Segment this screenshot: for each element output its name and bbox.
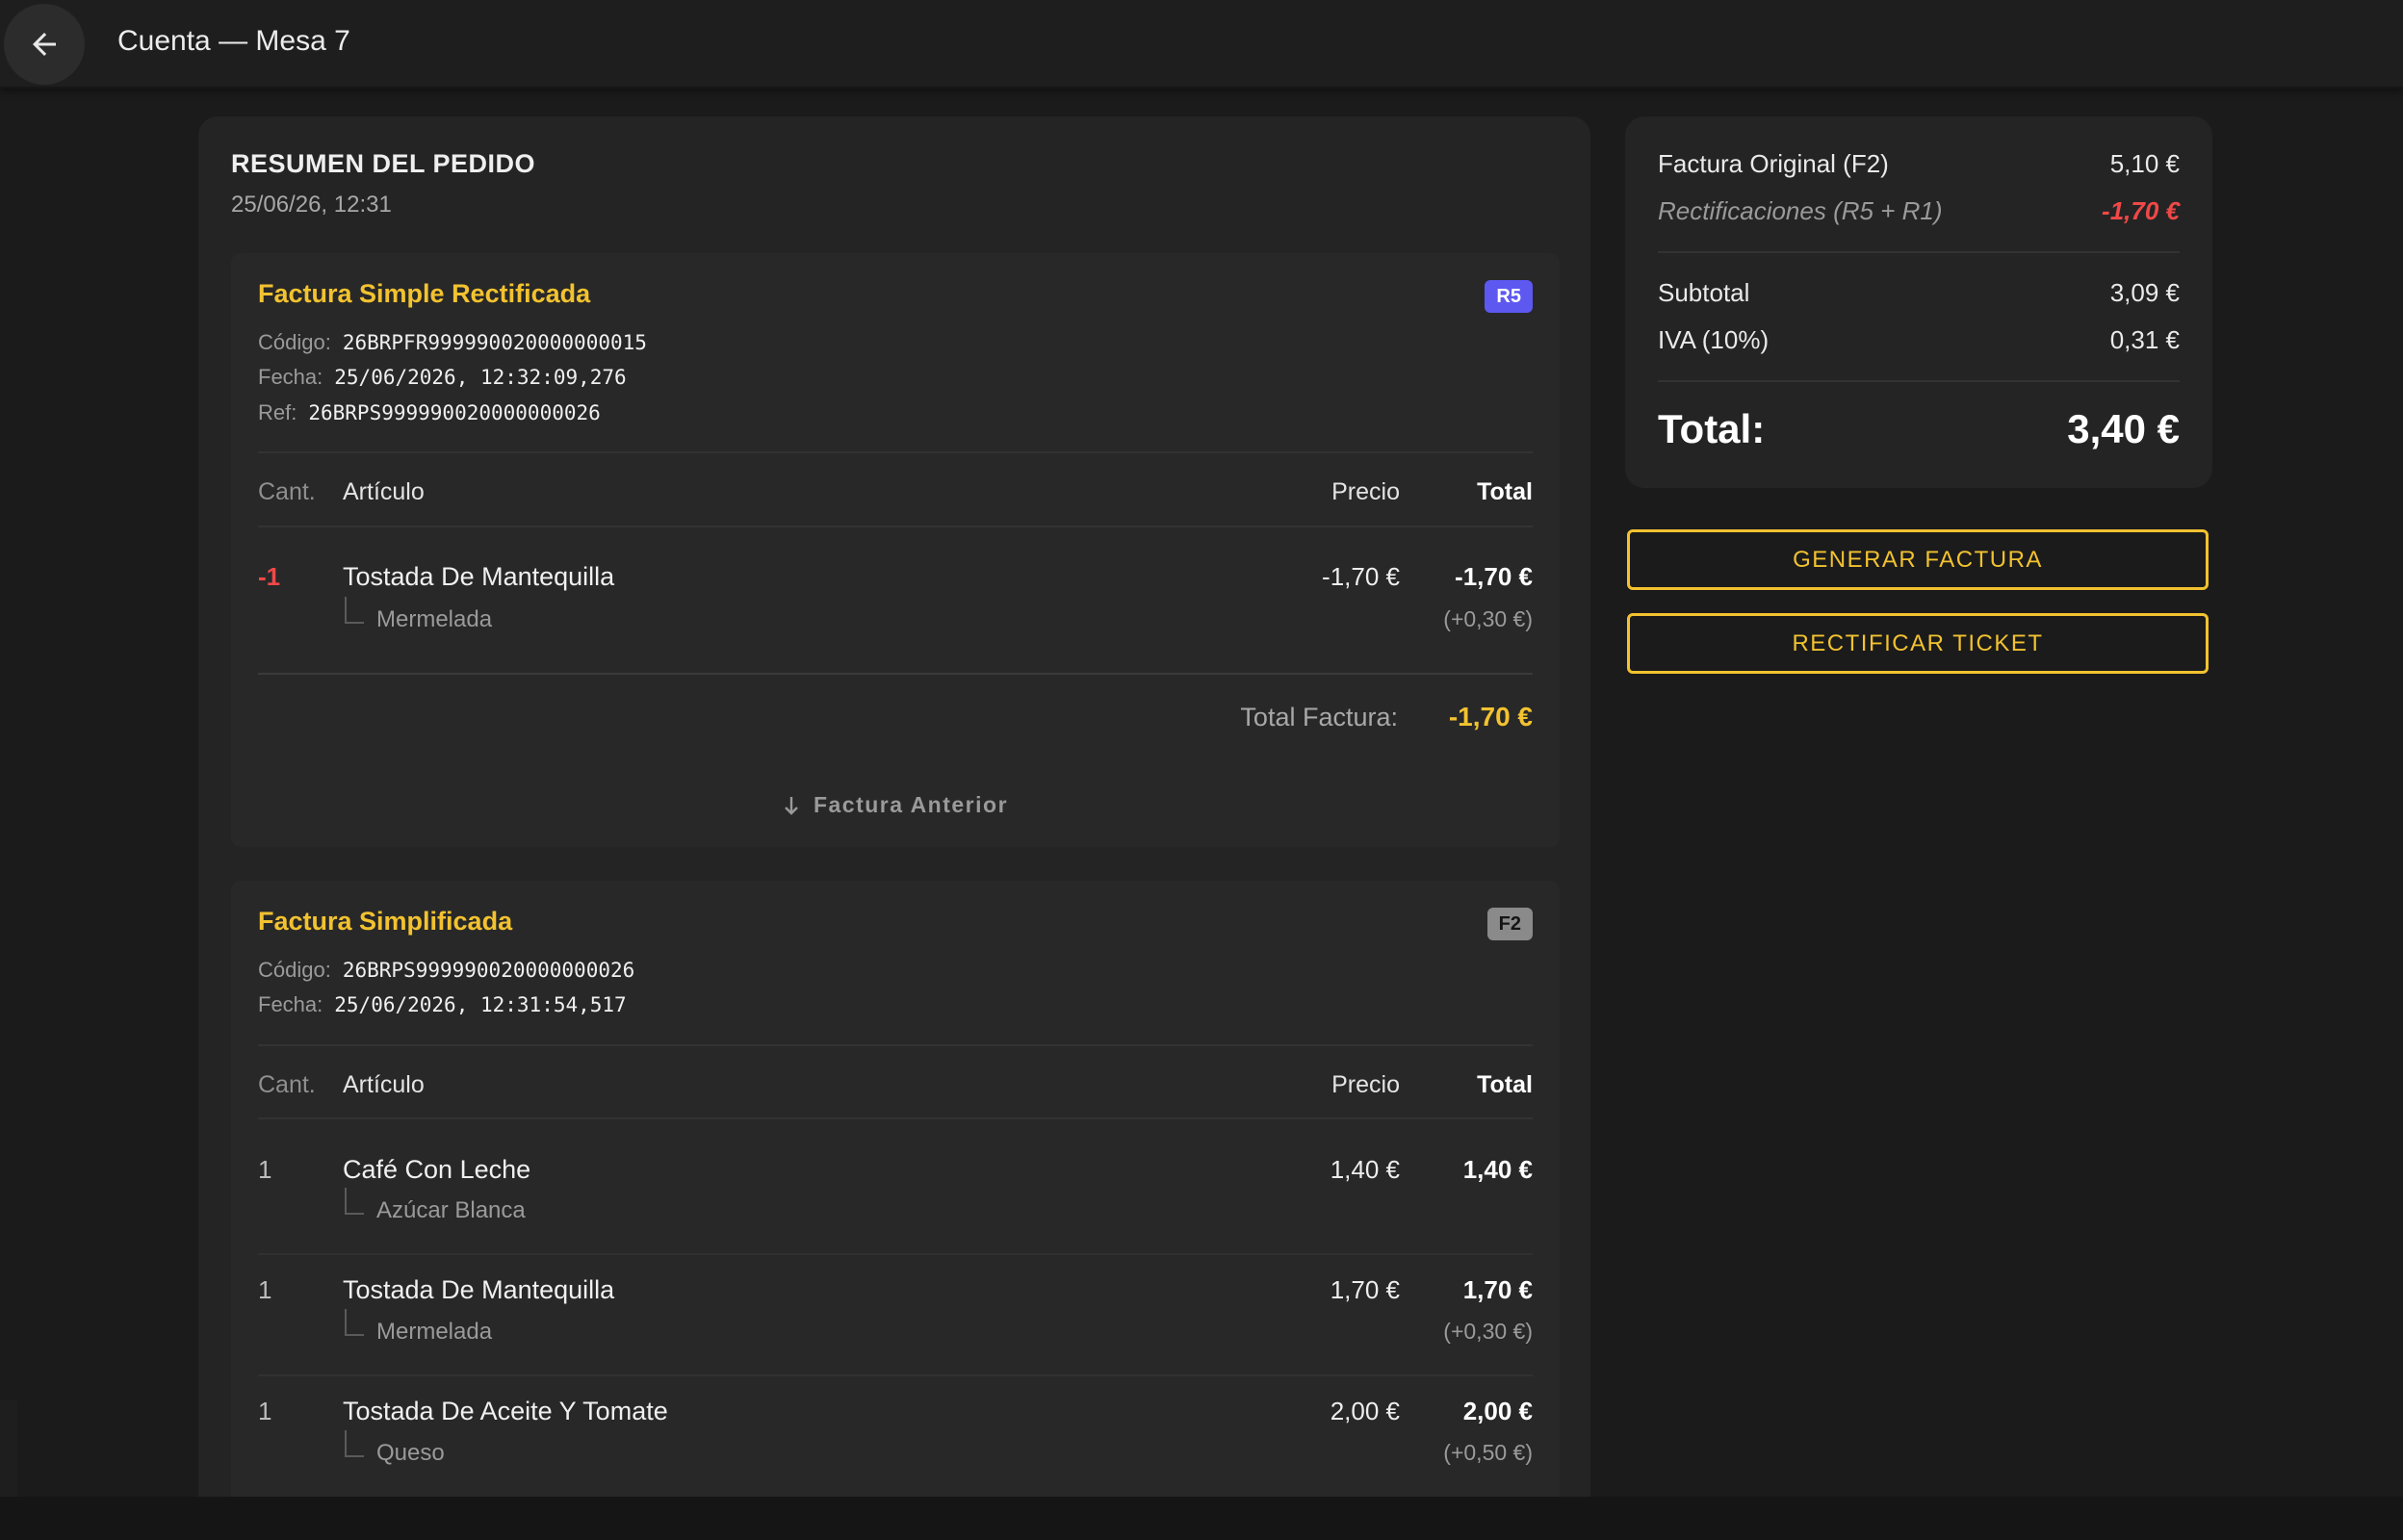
invoice-ref: 26BRPS999990020000000026 <box>308 401 601 424</box>
top-app-bar: Cuenta — Mesa 7 <box>0 0 2403 89</box>
invoice-date: 25/06/2026, 12:32:09,276 <box>334 366 627 389</box>
col-header-total: Total <box>1477 478 1533 505</box>
invoice-type-badge: F2 <box>1486 908 1533 940</box>
divider <box>258 1253 1533 1255</box>
item-total: -1,70 € <box>1455 562 1533 591</box>
code-label: Código: <box>258 958 331 982</box>
col-header-precio: Precio <box>1331 478 1400 505</box>
divider <box>258 526 1533 527</box>
date-label: Fecha: <box>258 365 323 389</box>
item-modifier: Azúcar Blanca <box>343 1188 526 1224</box>
page-title: Cuenta — Mesa 7 <box>117 25 350 57</box>
item-qty: 1 <box>258 1397 272 1425</box>
divider <box>1658 380 2180 382</box>
col-header-total: Total <box>1477 1071 1533 1098</box>
iva-row: IVA (10%) 0,31 € <box>1658 325 2180 355</box>
invoice-total-value: -1,70 € <box>1448 702 1533 732</box>
original-invoice-label: Factura Original (F2) <box>1658 149 1889 178</box>
rectifications-row: Rectificaciones (R5 + R1) -1,70 € <box>1658 196 2180 226</box>
divider <box>258 451 1533 453</box>
invoice-card-rectified: Factura Simple Rectificada R5 Código: 26B… <box>231 253 1560 847</box>
invoice-card-simplified: Factura Simplificada F2 Código: 26BRPS999… <box>231 881 1560 1540</box>
invoice-code: 26BRPFR999990020000000015 <box>342 331 647 354</box>
col-header-cant: Cant. <box>258 1071 316 1098</box>
back-button[interactable] <box>4 4 85 85</box>
divider <box>1658 251 2180 253</box>
item-price: -1,70 € <box>1322 562 1400 591</box>
rectify-ticket-button[interactable]: RECTIFICAR TICKET <box>1627 613 2209 674</box>
col-header-articulo: Artículo <box>343 1071 425 1098</box>
order-datetime: 25/06/26, 12:31 <box>231 192 392 218</box>
invoice-ref-row: Ref: 26BRPS999990020000000026 <box>258 400 601 425</box>
item-modifier: Mermelada <box>343 1309 492 1346</box>
item-price: 1,70 € <box>1330 1275 1400 1304</box>
item-price: 1,40 € <box>1330 1155 1400 1184</box>
invoice-code-row: Código: 26BRPFR999990020000000015 <box>258 330 647 355</box>
invoice-code: 26BRPS999990020000000026 <box>342 959 635 982</box>
item-modifier-price: (+0,50 €) <box>1443 1440 1533 1465</box>
item-total: 2,00 € <box>1462 1397 1533 1425</box>
invoice-title: Factura Simple Rectificada <box>258 279 591 308</box>
order-heading: RESUMEN DEL PEDIDO <box>231 149 536 178</box>
invoice-date-row: Fecha: 25/06/2026, 12:32:09,276 <box>258 365 627 390</box>
item-name: Tostada De Mantequilla <box>343 562 615 591</box>
rectifications-value: -1,70 € <box>2102 196 2180 225</box>
item-qty: -1 <box>258 562 281 591</box>
item-modifier: Queso <box>343 1430 445 1467</box>
subtotal-value: 3,09 € <box>2109 278 2180 307</box>
grand-total-label: Total: <box>1658 406 1766 451</box>
col-header-precio: Precio <box>1331 1071 1400 1098</box>
rectifications-label: Rectificaciones (R5 + R1) <box>1658 196 1943 225</box>
invoice-type-badge: R5 <box>1485 280 1533 313</box>
divider <box>258 1117 1533 1119</box>
arrow-down-icon <box>785 796 798 815</box>
iva-label: IVA (10%) <box>1658 325 1770 354</box>
invoice-date-row: Fecha: 25/06/2026, 12:31:54,517 <box>258 992 627 1017</box>
ref-label: Ref: <box>258 400 297 424</box>
grand-total-value: 3,40 € <box>2067 406 2180 451</box>
grand-total-row: Total: 3,40 € <box>1658 406 2180 452</box>
col-header-articulo: Artículo <box>343 478 425 505</box>
item-total: 1,40 € <box>1462 1155 1533 1184</box>
arrow-left-icon <box>33 33 56 56</box>
date-label: Fecha: <box>258 992 323 1016</box>
item-qty: 1 <box>258 1155 272 1184</box>
generate-invoice-button[interactable]: GENERAR FACTURA <box>1627 529 2209 590</box>
original-invoice-value: 5,10 € <box>2109 149 2180 178</box>
original-invoice-row: Factura Original (F2) 5,10 € <box>1658 149 2180 179</box>
bottom-bar <box>0 1497 2403 1540</box>
divider <box>258 1374 1533 1376</box>
previous-invoice-link[interactable]: Factura Anterior <box>231 792 1560 818</box>
iva-value: 0,31 € <box>2109 325 2180 354</box>
item-qty: 1 <box>258 1275 272 1304</box>
item-price: 2,00 € <box>1330 1397 1400 1425</box>
invoice-title: Factura Simplificada <box>258 907 513 936</box>
subtotal-row: Subtotal 3,09 € <box>1658 278 2180 308</box>
previous-invoice-label: Factura Anterior <box>813 792 1009 817</box>
totals-summary-card: Factura Original (F2) 5,10 € Rectificaci… <box>1625 116 2212 488</box>
item-name: Café Con Leche <box>343 1155 531 1184</box>
divider <box>258 673 1533 675</box>
item-name: Tostada De Aceite Y Tomate <box>343 1397 668 1425</box>
side-edge <box>0 1400 17 1497</box>
item-total: 1,70 € <box>1462 1275 1533 1304</box>
item-modifier-price: (+0,30 €) <box>1443 606 1533 631</box>
code-label: Código: <box>258 330 331 354</box>
invoice-date: 25/06/2026, 12:31:54,517 <box>334 993 627 1016</box>
item-modifier-price: (+0,30 €) <box>1443 1319 1533 1344</box>
divider <box>258 1044 1533 1046</box>
subtotal-label: Subtotal <box>1658 278 1750 307</box>
invoice-total-label: Total Factura: <box>1240 703 1398 732</box>
item-name: Tostada De Mantequilla <box>343 1275 615 1304</box>
item-modifier: Mermelada <box>343 597 492 633</box>
invoice-code-row: Código: 26BRPS999990020000000026 <box>258 958 634 983</box>
order-summary-card: RESUMEN DEL PEDIDO 25/06/26, 12:31 Factu… <box>198 116 1590 1540</box>
col-header-cant: Cant. <box>258 478 316 505</box>
